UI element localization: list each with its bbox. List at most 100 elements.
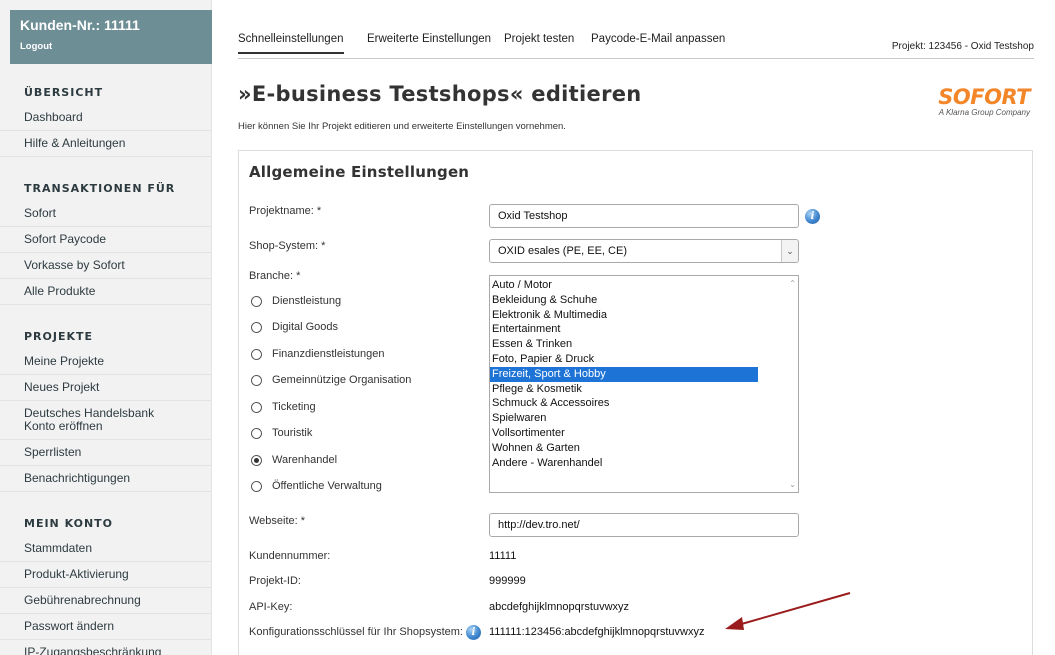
scroll-up-icon[interactable]: ⌃ bbox=[789, 279, 796, 288]
config-key-value: 111111:123456:abcdefghijklmnopqrstuvwxyz bbox=[489, 626, 705, 638]
sidebar-nav: ÜBERSICHT Dashboard Hilfe & Anleitungen TRA… bbox=[0, 79, 212, 655]
chevron-down-icon[interactable]: ⌄ bbox=[781, 240, 798, 262]
nav-heading: ÜBERSICHT bbox=[24, 86, 104, 99]
sidebar-item[interactable]: Deutsches Handelsbank Konto eröffnen bbox=[0, 401, 212, 440]
radio-button[interactable] bbox=[251, 401, 262, 413]
nav-heading: TRANSAKTIONEN FÜR bbox=[24, 182, 176, 195]
listbox-option[interactable]: Spielwaren bbox=[490, 411, 758, 426]
listbox-option[interactable]: Vollsortimenter bbox=[490, 426, 758, 441]
projekt-id-value: 999999 bbox=[489, 575, 526, 587]
sidebar-item[interactable]: Sperrlisten bbox=[0, 440, 212, 466]
nav-heading: MEIN KONTO bbox=[24, 517, 114, 530]
api-key-value: abcdefghijklmnopqrstuvwxyz bbox=[489, 601, 630, 613]
radio-label: Gemeinnützige Organisation bbox=[272, 374, 412, 386]
sidebar-item[interactable]: Sofort bbox=[0, 201, 212, 227]
shop-system-value: OXID esales (PE, EE, CE) bbox=[498, 245, 627, 257]
radio-button[interactable] bbox=[251, 348, 262, 360]
radio-label: Ticketing bbox=[272, 401, 316, 413]
settings-panel: Allgemeine Einstellungen Projektname: * … bbox=[238, 150, 1033, 655]
sidebar-item[interactable]: Gebührenabrechnung bbox=[0, 588, 212, 614]
radio-label: Finanzdienstleistungen bbox=[272, 348, 385, 360]
listbox-option[interactable]: Foto, Papier & Druck bbox=[490, 352, 758, 367]
webseite-label: Webseite: * bbox=[249, 515, 306, 527]
sofort-logo: SOFORT A Klarna Group Company bbox=[928, 86, 1030, 122]
listbox-option[interactable]: Andere - Warenhandel bbox=[490, 456, 758, 471]
listbox-option[interactable]: Wohnen & Garten bbox=[490, 441, 758, 456]
branche-radio-option[interactable]: Finanzdienstleistungen bbox=[251, 348, 385, 360]
arrow-annotation-icon bbox=[725, 592, 851, 630]
branche-label: Branche: * bbox=[249, 270, 301, 282]
sidebar-item[interactable]: Vorkasse by Sofort bbox=[0, 253, 212, 279]
sidebar-item[interactable]: Sofort Paycode bbox=[0, 227, 212, 253]
arrow-head bbox=[725, 617, 744, 630]
branche-radio-option[interactable]: Ticketing bbox=[251, 401, 316, 413]
kundennummer-value: 11111 bbox=[489, 550, 517, 562]
projektname-input[interactable]: Oxid Testshop bbox=[489, 204, 799, 228]
branche-radio-option[interactable]: Warenhandel bbox=[251, 454, 337, 466]
radio-label: Dienstleistung bbox=[272, 295, 342, 307]
radio-button[interactable] bbox=[251, 374, 262, 386]
tab-paycode-email[interactable]: Paycode-E-Mail anpassen bbox=[591, 33, 725, 52]
logo-wordmark: SOFORT bbox=[938, 85, 1030, 109]
radio-button[interactable] bbox=[251, 454, 262, 466]
top-tabs: Schnelleinstellungen Erweiterte Einstell… bbox=[238, 33, 1034, 59]
scroll-down-icon[interactable]: ⌄ bbox=[789, 480, 796, 489]
listbox-option[interactable]: Pflege & Kosmetik bbox=[490, 382, 758, 397]
sidebar-item[interactable]: Alle Produkte bbox=[0, 279, 212, 305]
radio-label: Öffentliche Verwaltung bbox=[272, 480, 382, 492]
customer-number-title: Kunden-Nr.: 11111 bbox=[20, 17, 140, 33]
radio-label: Touristik bbox=[272, 427, 313, 439]
tab-erweiterte-einstellungen[interactable]: Erweiterte Einstellungen bbox=[367, 33, 491, 52]
radio-button[interactable] bbox=[251, 321, 262, 333]
projektname-label: Projektname: * bbox=[249, 205, 322, 217]
webseite-input[interactable]: http://dev.tro.net/ bbox=[489, 513, 799, 537]
branche-radio-option[interactable]: Gemeinnützige Organisation bbox=[251, 374, 411, 386]
page-title: »E-business Testshops« editieren bbox=[238, 82, 642, 106]
project-info: Projekt: 123456 - Oxid Testshop bbox=[891, 41, 1034, 52]
radio-button[interactable] bbox=[251, 295, 262, 307]
listbox-option[interactable]: Auto / Motor bbox=[490, 278, 758, 293]
shop-system-select[interactable]: OXID esales (PE, EE, CE) ⌄ bbox=[489, 239, 799, 263]
logout-link[interactable]: Logout bbox=[20, 41, 202, 52]
sidebar-item[interactable]: Produkt-Aktivierung bbox=[0, 562, 212, 588]
branche-radio-option[interactable]: Dienstleistung bbox=[251, 295, 341, 307]
shop-system-label: Shop-System: * bbox=[249, 240, 326, 252]
sidebar-item[interactable]: Meine Projekte bbox=[0, 349, 212, 375]
logo-tagline: A Klarna Group Company bbox=[938, 108, 1030, 117]
radio-label: Warenhandel bbox=[272, 454, 338, 466]
subcategory-listbox[interactable]: Auto / Motor Bekleidung & Schuhe Elektroni… bbox=[489, 275, 799, 493]
config-key-label: Konfigurationsschlüssel für Ihr Shopsyst… bbox=[249, 626, 463, 638]
listbox-options: Auto / Motor Bekleidung & Schuhe Elektroni… bbox=[490, 276, 798, 470]
sidebar-item[interactable]: Stammdaten bbox=[0, 536, 212, 562]
branche-radio-option[interactable]: Digital Goods bbox=[251, 321, 338, 333]
sidebar-item[interactable]: Benachrichtigungen bbox=[0, 466, 212, 492]
sidebar-item[interactable]: Dashboard bbox=[0, 105, 212, 131]
listbox-option[interactable]: Elektronik & Multimedia bbox=[490, 308, 758, 323]
info-icon[interactable]: i bbox=[805, 209, 820, 224]
arrow-shaft bbox=[737, 592, 851, 626]
branche-radio-option[interactable]: Touristik bbox=[251, 427, 312, 439]
tab-projekt-testen[interactable]: Projekt testen bbox=[504, 33, 574, 52]
page-subtitle: Hier können Sie Ihr Projekt editieren un… bbox=[238, 121, 566, 132]
sidebar-item[interactable]: Neues Projekt bbox=[0, 375, 212, 401]
sidebar-item[interactable]: Hilfe & Anleitungen bbox=[0, 131, 212, 157]
api-key-label: API-Key: bbox=[249, 601, 293, 613]
info-icon[interactable]: i bbox=[466, 625, 481, 640]
tab-schnelleinstellungen[interactable]: Schnelleinstellungen bbox=[238, 33, 344, 54]
listbox-option[interactable]: Bekleidung & Schuhe bbox=[490, 293, 758, 308]
radio-button[interactable] bbox=[251, 480, 262, 492]
panel-title: Allgemeine Einstellungen bbox=[249, 163, 470, 181]
kundennummer-label: Kundennummer: bbox=[249, 550, 331, 562]
radio-button[interactable] bbox=[251, 427, 262, 439]
projekt-id-label: Projekt-ID: bbox=[249, 575, 301, 587]
customer-header: Kunden-Nr.: 11111 Logout bbox=[10, 10, 212, 64]
sidebar-item[interactable]: IP-Zugangsbeschränkung bbox=[0, 640, 212, 655]
radio-label: Digital Goods bbox=[272, 321, 339, 333]
listbox-option[interactable]: Freizeit, Sport & Hobby bbox=[490, 366, 758, 382]
listbox-option[interactable]: Schmuck & Accessoires bbox=[490, 396, 758, 411]
listbox-option[interactable]: Essen & Trinken bbox=[490, 337, 758, 352]
sidebar: Kunden-Nr.: 11111 Logout ÜBERSICHT Dashbo… bbox=[0, 0, 212, 655]
listbox-option[interactable]: Entertainment bbox=[490, 322, 758, 337]
sidebar-item[interactable]: Passwort ändern bbox=[0, 614, 212, 640]
branche-radio-option[interactable]: Öffentliche Verwaltung bbox=[251, 480, 382, 492]
